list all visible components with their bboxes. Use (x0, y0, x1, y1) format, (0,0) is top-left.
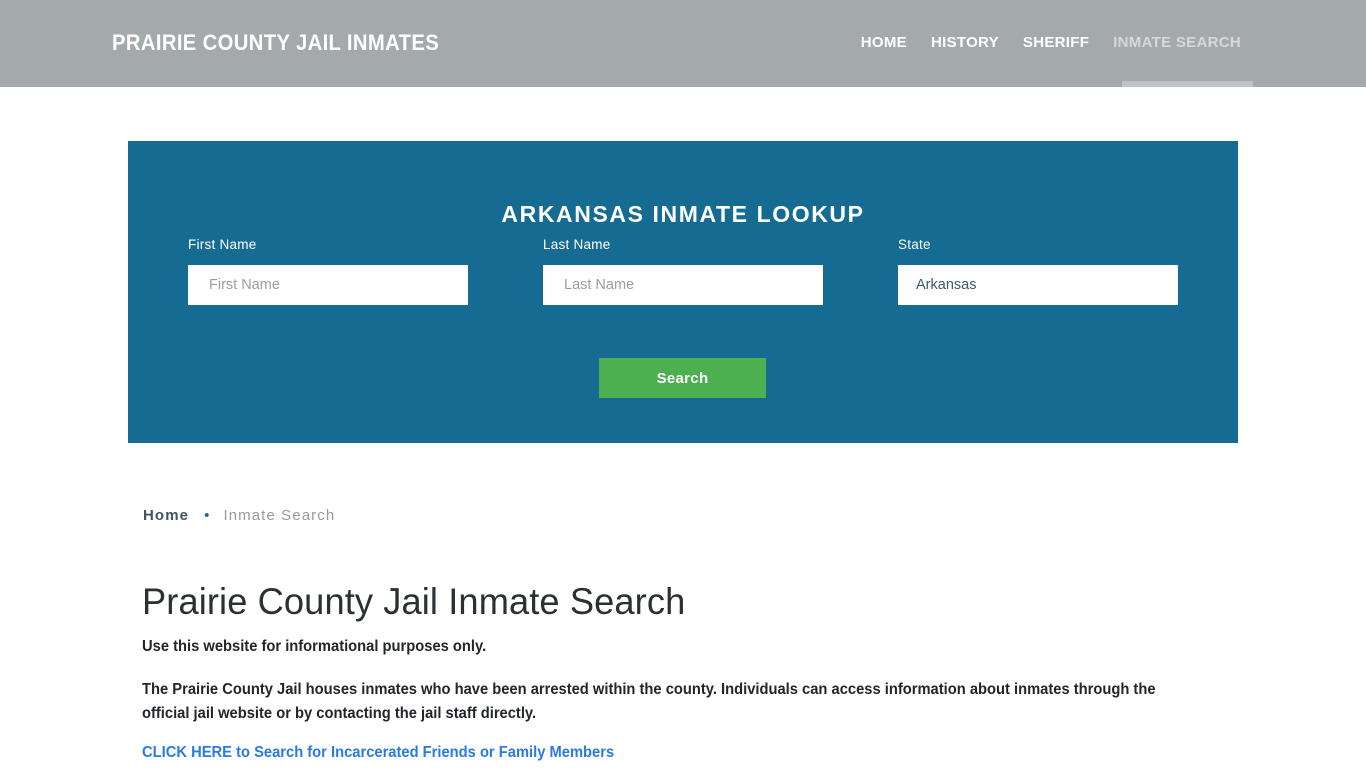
breadcrumb-item-home[interactable]: Home (143, 506, 189, 526)
page-title: Prairie County Jail Inmate Search (142, 581, 686, 622)
nav-item-home[interactable]: HOME (849, 31, 919, 55)
state-label: State (898, 237, 931, 252)
nav-item-inmate-search[interactable]: INMATE SEARCH (1101, 31, 1253, 55)
nav-active-indicator (1122, 81, 1253, 87)
inmate-search-cta-link[interactable]: CLICK HERE to Search for Incarcerated Fr… (142, 742, 614, 763)
main-navigation: HOME HISTORY SHERIFF INMATE SEARCH (849, 31, 1253, 55)
state-select[interactable]: Arkansas (898, 265, 1178, 305)
search-button[interactable]: Search (599, 358, 766, 398)
state-field-group: State Arkansas (898, 236, 1178, 305)
last-name-input[interactable] (543, 265, 823, 305)
last-name-label: Last Name (543, 237, 611, 252)
first-name-label: First Name (188, 237, 257, 252)
header-inner: PRAIRIE COUNTY JAIL INMATES HOME HISTORY… (0, 0, 1366, 87)
site-brand-logo[interactable]: PRAIRIE COUNTY JAIL INMATES (112, 30, 439, 56)
inmate-lookup-panel: ARKANSAS INMATE LOOKUP First Name Last N… (128, 141, 1238, 443)
nav-item-history[interactable]: HISTORY (919, 31, 1011, 55)
lookup-panel-title: ARKANSAS INMATE LOOKUP (501, 201, 865, 228)
breadcrumb: Home • Inmate Search (143, 506, 335, 526)
page-body-paragraph: The Prairie County Jail houses inmates w… (142, 681, 1156, 722)
last-name-field-group: Last Name (543, 236, 823, 305)
page-lede-text: Use this website for informational purpo… (142, 638, 487, 655)
breadcrumb-item-current: Inmate Search (223, 507, 336, 524)
nav-item-sheriff[interactable]: SHERIFF (1011, 31, 1101, 55)
breadcrumb-separator-bullet-icon: • (204, 507, 211, 524)
site-header: PRAIRIE COUNTY JAIL INMATES HOME HISTORY… (0, 0, 1366, 87)
first-name-input[interactable] (188, 265, 468, 305)
first-name-field-group: First Name (188, 236, 468, 305)
